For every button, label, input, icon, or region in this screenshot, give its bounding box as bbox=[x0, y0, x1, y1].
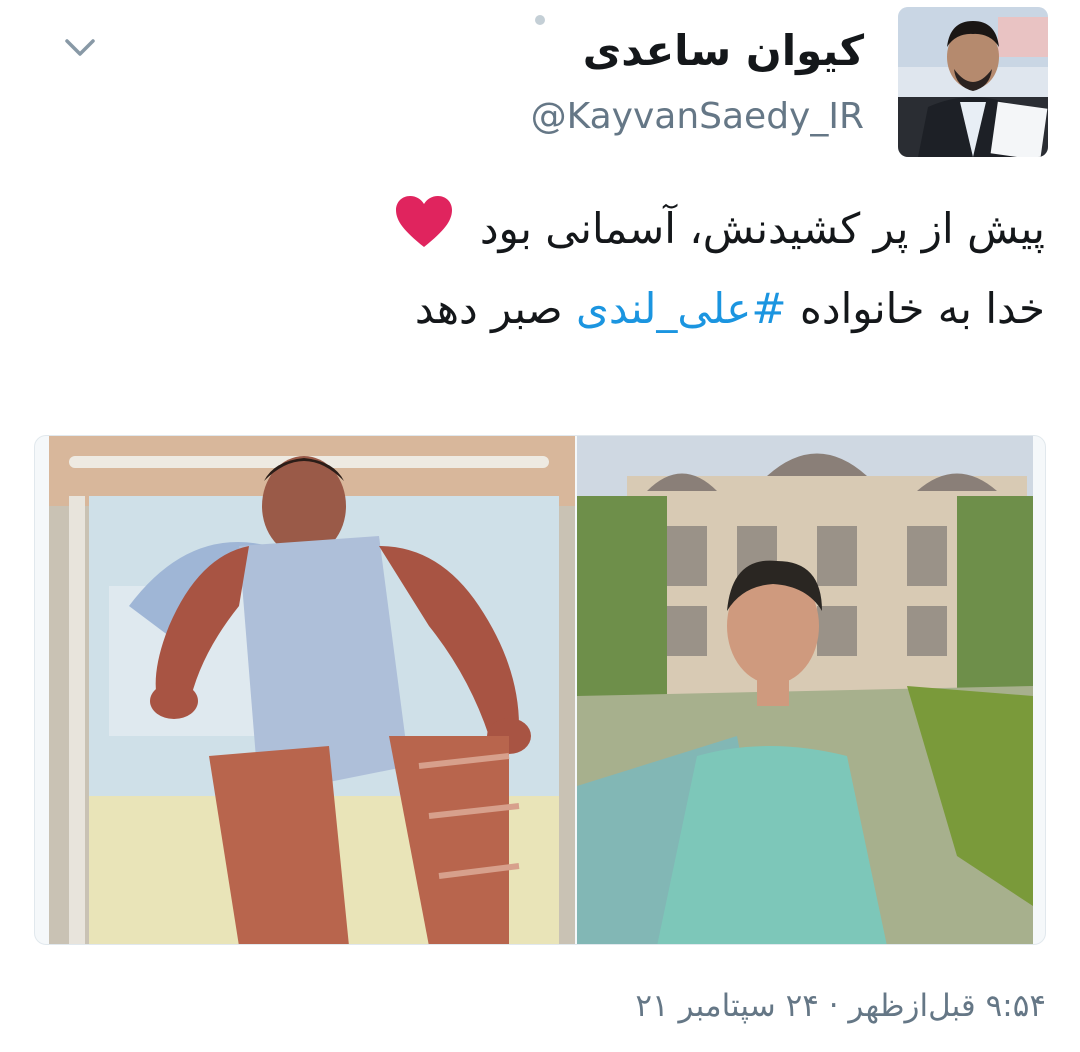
tweet-text-line-1: پیش از پر کشیدنش، آسمانی بود bbox=[325, 192, 1045, 272]
chevron-down-icon bbox=[65, 39, 95, 56]
tweet-text: پیش از پر کشیدنش، آسمانی بود خدا به خانو… bbox=[325, 192, 1045, 346]
separator-dot bbox=[535, 15, 545, 25]
tweet-text-segment: پیش از پر کشیدنش، آسمانی بود bbox=[479, 204, 1045, 253]
tweet-text-segment: خدا به خانواده bbox=[786, 284, 1045, 333]
tweet-text-segment: صبر دهد bbox=[414, 284, 576, 333]
author-handle[interactable]: @KayvanSaedy_IR bbox=[531, 96, 864, 137]
hashtag-link[interactable]: #علی_لندی bbox=[576, 284, 787, 333]
hospital-bed-photo[interactable] bbox=[49, 436, 575, 944]
avatar-photo bbox=[898, 7, 1048, 157]
red-heart-icon bbox=[394, 195, 454, 272]
tweet-text-line-2: خدا به خانواده #علی_لندی صبر دهد bbox=[325, 272, 1045, 346]
tweet-timestamp[interactable]: ۹:۵۴ قبل‌ازظهر · ۲۴ سپتامبر ۲۱ bbox=[635, 988, 1046, 1024]
avatar[interactable] bbox=[898, 7, 1048, 157]
tweet-menu-button[interactable] bbox=[60, 32, 100, 64]
garden-portrait-photo[interactable] bbox=[577, 436, 1033, 944]
tweet-media bbox=[34, 435, 1046, 945]
author-display-name[interactable]: کیوان ساعدی bbox=[583, 26, 864, 75]
